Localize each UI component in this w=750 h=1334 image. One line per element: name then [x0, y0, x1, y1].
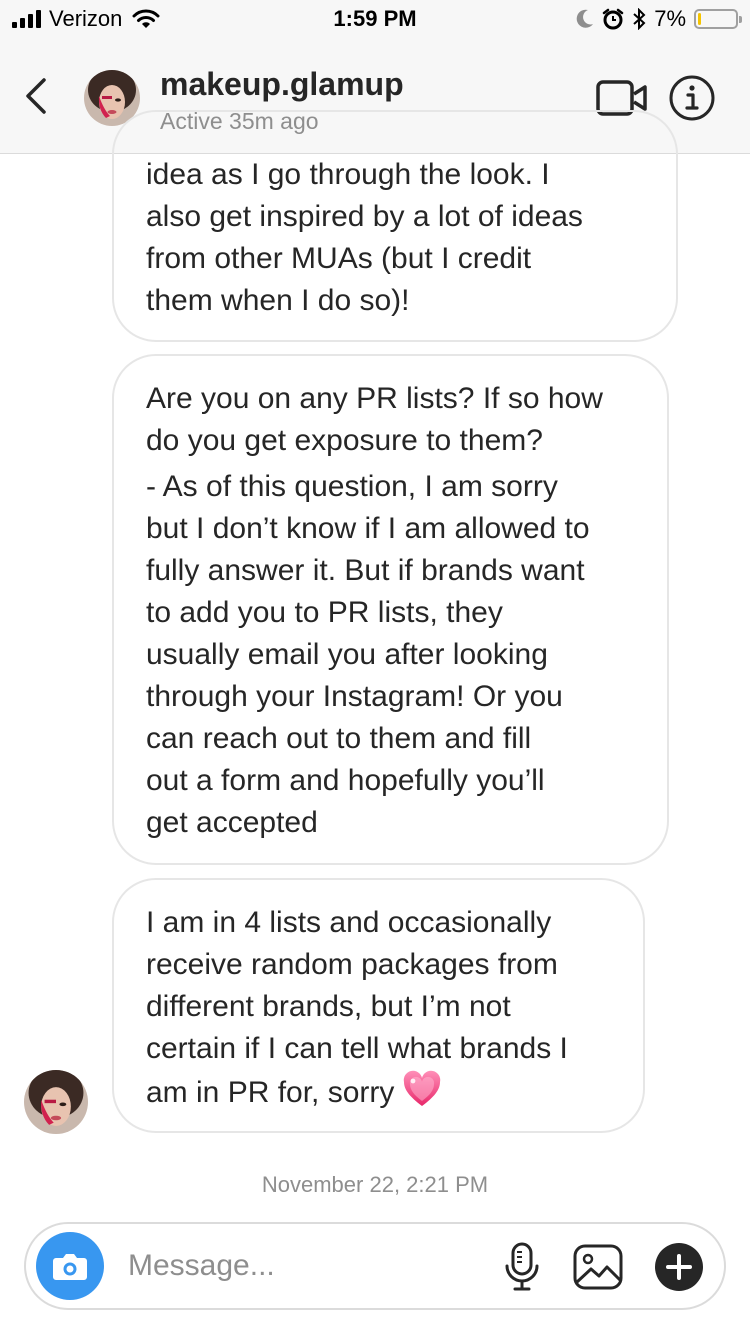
info-icon[interactable]: [668, 74, 716, 122]
message-timestamp: November 22, 2:21 PM: [261, 1172, 489, 1197]
sparkling-heart-icon: [404, 1070, 441, 1106]
battery-icon: [694, 9, 742, 29]
message-line: usually email you after looking: [146, 638, 548, 671]
status-right: 7%: [576, 6, 742, 32]
message-line: out a form and hopefully you’ll: [146, 764, 545, 797]
message-line: fully answer it. But if brands want: [146, 554, 585, 587]
moon-icon: [576, 9, 594, 28]
sender-avatar[interactable]: [24, 1070, 88, 1134]
message-line: Are you on any PR lists? If so how: [146, 382, 603, 415]
alarm-icon: [602, 8, 624, 30]
message-line: them when I do so)!: [146, 284, 410, 317]
message-input[interactable]: [128, 1246, 488, 1286]
message-line: certain if I can tell what brands I: [146, 1032, 568, 1065]
message-bubble[interactable]: I am in 4 lists and occasionally receive…: [112, 878, 645, 1133]
chat-username[interactable]: makeup.glamup: [160, 66, 404, 103]
message-line: can reach out to them and fill: [146, 722, 532, 755]
message-line: different brands, but I’m not: [146, 990, 511, 1023]
message-line: but I don’t know if I am allowed to: [146, 512, 590, 545]
battery-percent: 7%: [654, 6, 686, 31]
battery-level: [698, 13, 701, 25]
message-line: do you get exposure to them?: [146, 424, 543, 457]
message-bubble[interactable]: idea as I go through the look. I also ge…: [112, 110, 678, 342]
microphone-icon[interactable]: [502, 1242, 542, 1292]
back-chevron-icon[interactable]: [22, 76, 50, 116]
message-line: I am in 4 lists and occasionally: [146, 906, 552, 939]
message-line: from other MUAs (but I credit: [146, 242, 532, 275]
message-composer: [24, 1222, 726, 1310]
message-line: idea as I go through the look. I: [146, 158, 550, 191]
message-line: am in PR for, sorry: [146, 1076, 395, 1109]
status-bar: Verizon 1:59 PM 7%: [0, 0, 750, 40]
message-bubble[interactable]: Are you on any PR lists? If so how do yo…: [112, 354, 669, 865]
message-line: receive random packages from: [146, 948, 558, 981]
camera-icon: [53, 1254, 87, 1280]
message-line: also get inspired by a lot of ideas: [146, 200, 583, 233]
gallery-icon[interactable]: [572, 1242, 624, 1292]
camera-button[interactable]: [36, 1232, 104, 1300]
message-line-last: am in PR for, sorry: [146, 1070, 643, 1114]
message-line: to add you to PR lists, they: [146, 596, 503, 629]
message-line: through your Instagram! Or you: [146, 680, 563, 713]
message-line: - As of this question, I am sorry: [146, 470, 558, 503]
plus-icon[interactable]: [654, 1242, 704, 1292]
message-line: get accepted: [146, 806, 318, 839]
bluetooth-icon: [633, 8, 646, 30]
